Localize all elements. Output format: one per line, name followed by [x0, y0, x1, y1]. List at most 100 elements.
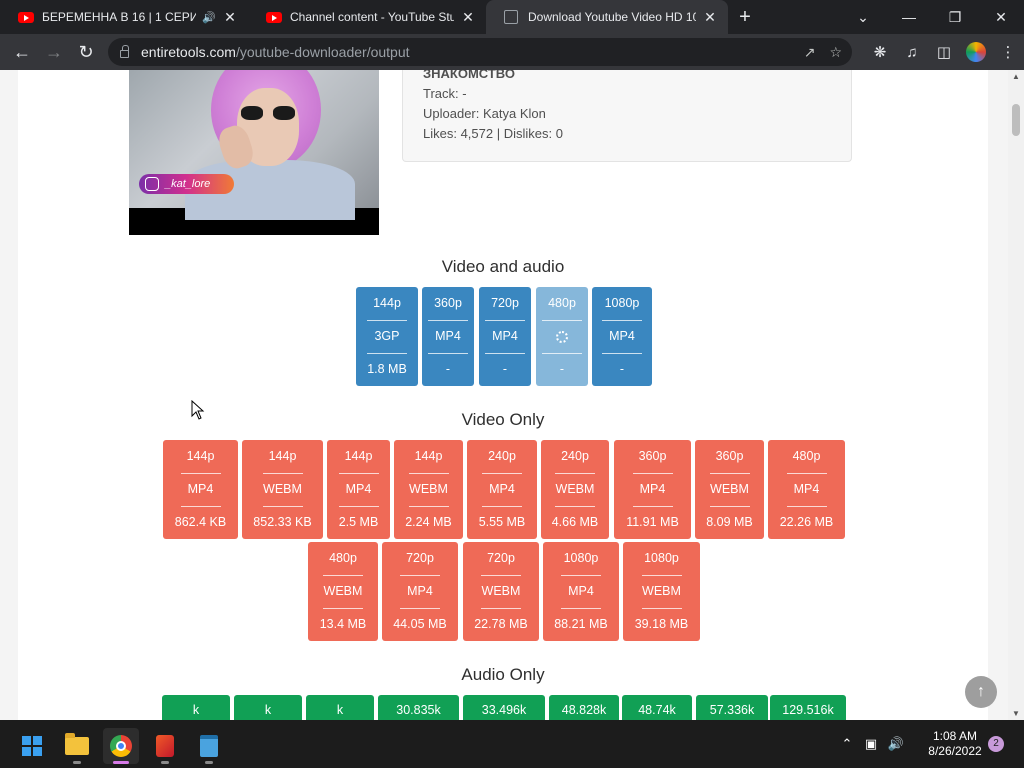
- format-type: MP4: [768, 473, 845, 506]
- forward-button[interactable]: →: [38, 36, 70, 68]
- format-size: 39.18 MB: [623, 608, 700, 641]
- tab-youtube-video[interactable]: БЕРЕМЕННА В 16 | 1 СЕРИЯ 🔊 ✕: [0, 0, 248, 34]
- profile-button[interactable]: [960, 34, 992, 70]
- format-quality: 1080p: [604, 296, 640, 310]
- download-format-button[interactable]: 1080p MP4-: [592, 287, 652, 386]
- format-type: WEBM: [242, 473, 323, 506]
- section-title-video-audio: Video and audio: [441, 257, 565, 276]
- scrollbar-thumb[interactable]: [1012, 104, 1020, 136]
- download-format-button[interactable]: 240p MP4 5.55 MB: [467, 440, 537, 539]
- close-window-button[interactable]: ✕: [978, 0, 1024, 34]
- download-format-button[interactable]: 144p MP4 2.5 MB: [327, 440, 390, 539]
- audio-format-button[interactable]: k: [306, 695, 374, 720]
- audio-format-button[interactable]: k: [234, 695, 302, 720]
- extensions-icon[interactable]: ❋: [864, 34, 896, 70]
- format-size: 88.21 MB: [543, 608, 619, 641]
- format-type: WEBM: [308, 575, 378, 608]
- notification-badge[interactable]: 2: [988, 736, 1004, 752]
- restore-button[interactable]: ❐: [932, 0, 978, 34]
- back-button[interactable]: ←: [6, 36, 38, 68]
- speaker-icon[interactable]: 🔊: [202, 11, 216, 24]
- download-format-button[interactable]: 360p MP4 11.91 MB: [614, 440, 691, 539]
- download-format-button[interactable]: 720p WEBM 22.78 MB: [463, 542, 539, 641]
- format-type: WEBM: [394, 473, 463, 506]
- minimize-button[interactable]: —: [886, 0, 932, 34]
- download-format-button[interactable]: 144p 3GP 1.8 MB: [356, 287, 418, 386]
- scroll-up-icon[interactable]: ▲: [1008, 72, 1024, 81]
- info-heading: ЗНАКОМСТВО: [423, 70, 515, 81]
- format-type: WEBM: [463, 575, 539, 608]
- audio-format-button[interactable]: 48.74k: [622, 695, 692, 720]
- audio-format-button[interactable]: 30.835k: [378, 695, 459, 720]
- download-format-button[interactable]: 240p WEBM 4.66 MB: [541, 440, 609, 539]
- reload-button[interactable]: ↻: [70, 36, 102, 68]
- tab-download-youtube[interactable]: Download Youtube Video HD 1080p ✕: [486, 0, 728, 34]
- notepad-button[interactable]: [191, 728, 227, 764]
- clock-date: 8/26/2022: [928, 744, 982, 758]
- thumbnail-image: _kat_lore: [129, 70, 379, 220]
- start-button[interactable]: [14, 728, 50, 764]
- download-format-button[interactable]: 144p WEBM 2.24 MB: [394, 440, 463, 539]
- format-type: 3GP: [356, 320, 418, 353]
- audio-format-button[interactable]: k: [162, 695, 230, 720]
- thumbnail-glasses: [241, 106, 295, 120]
- scroll-down-icon[interactable]: ▼: [1008, 709, 1024, 718]
- audio-format-button[interactable]: 57.336k: [696, 695, 768, 720]
- page-icon: [504, 10, 518, 24]
- instagram-tag: _kat_lore: [139, 174, 235, 194]
- download-format-button[interactable]: 360p MP4-: [422, 287, 474, 386]
- download-format-button[interactable]: 720p MP4 44.05 MB: [382, 542, 458, 641]
- download-format-button[interactable]: 1080p WEBM 39.18 MB: [623, 542, 700, 641]
- new-tab-button[interactable]: +: [728, 0, 762, 34]
- download-format-button[interactable]: 480p WEBM 13.4 MB: [308, 542, 378, 641]
- tab-youtube-studio[interactable]: Channel content - YouTube Studio ✕: [248, 0, 486, 34]
- download-format-button[interactable]: 144p WEBM 852.33 KB: [242, 440, 323, 539]
- folder-icon: [65, 733, 89, 755]
- video-thumbnail[interactable]: _kat_lore: [129, 70, 379, 235]
- format-type: WEBM: [541, 473, 609, 506]
- download-format-button[interactable]: 360p WEBM 8.09 MB: [695, 440, 764, 539]
- audio-format-button[interactable]: 33.496k: [463, 695, 545, 720]
- system-clock[interactable]: 1:08 AM 8/26/2022: [912, 729, 998, 759]
- share-icon[interactable]: ↗: [804, 44, 816, 61]
- format-size: -: [479, 353, 531, 386]
- download-format-button[interactable]: 720p MP4-: [479, 287, 531, 386]
- format-size: 852.33 KB: [242, 506, 323, 539]
- audio-format-button[interactable]: 48.828k: [549, 695, 619, 720]
- volume-icon[interactable]: 🔊: [884, 736, 908, 752]
- address-bar[interactable]: entiretools.com/youtube-downloader/outpu…: [108, 38, 852, 66]
- office-button[interactable]: [147, 728, 183, 764]
- format-quality: 1080p: [644, 551, 679, 565]
- menu-icon[interactable]: ⋮: [992, 34, 1024, 70]
- browser-toolbar: ← → ↻ entiretools.com/youtube-downloader…: [0, 34, 1024, 70]
- file-explorer-button[interactable]: [59, 728, 95, 764]
- format-size: 2.5 MB: [327, 506, 390, 539]
- media-control-icon[interactable]: ♫: [896, 34, 928, 70]
- format-size: 8.09 MB: [695, 506, 764, 539]
- chrome-button[interactable]: [103, 728, 139, 764]
- format-quality: 144p: [373, 296, 401, 310]
- page-scrollbar[interactable]: ▲ ▼: [1008, 70, 1024, 720]
- lock-icon[interactable]: [120, 44, 129, 58]
- close-tab-icon[interactable]: ✕: [460, 9, 476, 26]
- download-format-button[interactable]: 144p MP4 862.4 KB: [163, 440, 238, 539]
- back-to-top-button[interactable]: ↑: [965, 676, 997, 708]
- format-size: 1.8 MB: [356, 353, 418, 386]
- url-path: /youtube-downloader/output: [235, 44, 410, 60]
- download-format-button[interactable]: 480p MP4 22.26 MB: [768, 440, 845, 539]
- audio-format-button[interactable]: 129.516k: [770, 695, 846, 720]
- system-tray: ⌃ ▣ 🔊: [836, 720, 908, 768]
- tab-search-icon[interactable]: ⌄: [840, 0, 886, 34]
- format-size: 22.26 MB: [768, 506, 845, 539]
- download-format-button[interactable]: 1080p MP4 88.21 MB: [543, 542, 619, 641]
- bookmark-star-icon[interactable]: ☆: [829, 44, 842, 61]
- close-tab-icon[interactable]: ✕: [222, 9, 238, 26]
- chevron-up-icon[interactable]: ⌃: [836, 736, 858, 752]
- side-panel-icon[interactable]: ◫: [928, 34, 960, 70]
- mouse-cursor-icon: [191, 400, 205, 420]
- format-type: MP4: [327, 473, 390, 506]
- close-tab-icon[interactable]: ✕: [702, 9, 718, 26]
- download-format-button[interactable]: 480p -: [536, 287, 588, 386]
- format-quality: 720p: [491, 296, 519, 310]
- network-icon[interactable]: ▣: [858, 736, 884, 752]
